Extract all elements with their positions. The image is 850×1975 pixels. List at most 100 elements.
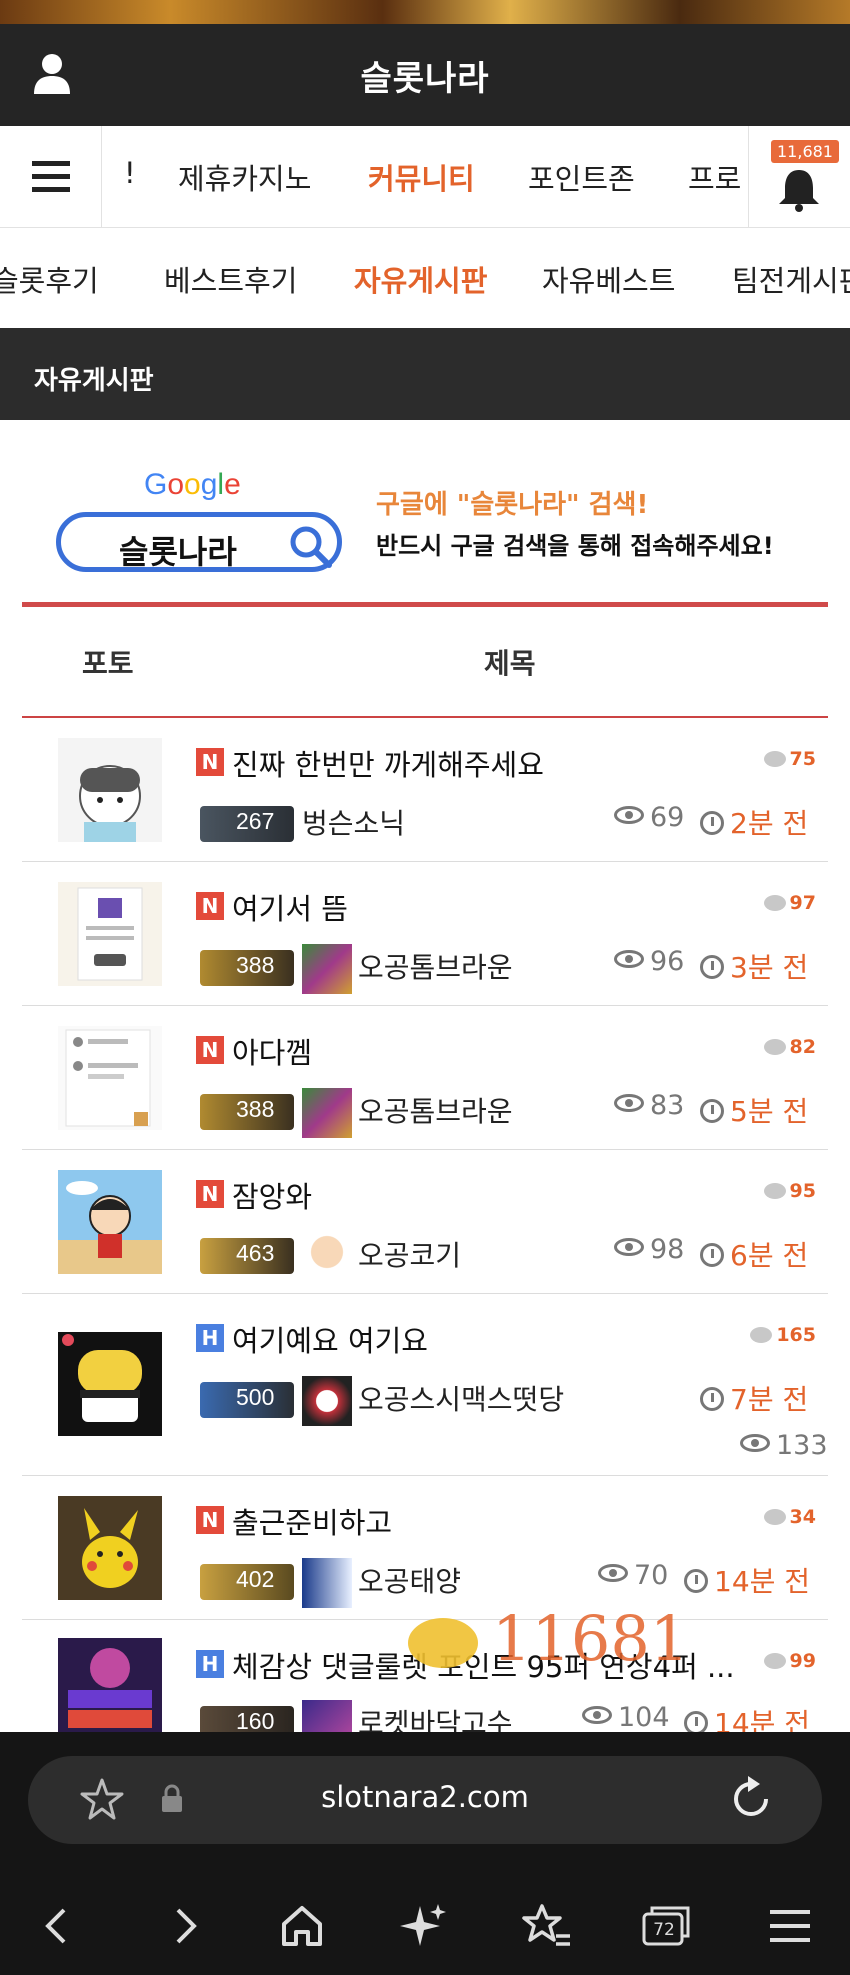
main-tab-community[interactable]: 커뮤니티 — [368, 156, 475, 198]
table-row[interactable]: N 여기서 뜸 97 388 오공톰브라운 96 3분 전 — [22, 862, 828, 1006]
clock-icon — [700, 1099, 724, 1123]
comment-bubble-icon — [763, 895, 786, 911]
post-thumbnail[interactable] — [58, 738, 162, 842]
main-tab-affiliate-casino[interactable]: 제휴카지노 — [178, 156, 311, 198]
sub-tab-free-board[interactable]: 자유게시판 — [354, 258, 487, 300]
post-author[interactable]: 오공톰브라운 — [358, 946, 513, 986]
column-photo: 포토 — [82, 647, 134, 680]
banner-divider — [22, 602, 828, 607]
table-row[interactable]: N 잠앙와 95 463 오공코기 98 6분 전 — [22, 1150, 828, 1294]
level-badge: 500 — [200, 1382, 294, 1418]
banner-search-text: 슬롯나라 — [119, 533, 237, 571]
chat-bubble-icon — [408, 1618, 478, 1668]
sub-tab-team-board[interactable]: 팀전게시판 — [732, 258, 850, 300]
home-icon[interactable] — [272, 1896, 332, 1956]
tabs-count: 72 — [653, 1920, 675, 1940]
forward-icon[interactable] — [154, 1896, 214, 1956]
sparkle-icon[interactable] — [394, 1896, 454, 1956]
eye-icon — [598, 1564, 628, 1582]
search-icon — [290, 526, 332, 568]
menu-icon[interactable] — [760, 1896, 820, 1956]
post-thumbnail[interactable] — [58, 1170, 162, 1274]
view-count: 104 — [582, 1702, 670, 1732]
post-author[interactable]: 오공톰브라운 — [358, 1090, 513, 1130]
main-nav: ! 제휴카지노 커뮤니티 포인트존 프로 11,681 — [0, 126, 850, 228]
table-row[interactable]: N 진짜 한번만 까게해주세요 75 267 벙슨소닉 69 2분 전 — [22, 718, 828, 862]
post-title[interactable]: 잠앙와 — [232, 1174, 312, 1216]
floating-count: 11681 — [492, 1602, 690, 1675]
post-author[interactable]: 벙슨소닉 — [302, 802, 405, 842]
comment-bubble-icon — [763, 751, 786, 767]
tabs-button[interactable]: 72 — [636, 1896, 696, 1956]
bookmarks-icon[interactable] — [516, 1896, 576, 1956]
view-count: 83 — [614, 1090, 684, 1121]
post-title[interactable]: 출근준비하고 — [232, 1500, 392, 1542]
hot-badge: H — [196, 1650, 224, 1678]
sub-tab-best-review[interactable]: 베스트후기 — [164, 258, 297, 300]
table-row[interactable]: N 아다껨 82 388 오공톰브라운 83 5분 전 — [22, 1006, 828, 1150]
post-author[interactable]: 오공태양 — [358, 1560, 461, 1600]
clock-icon — [684, 1711, 708, 1732]
level-badge: 402 — [200, 1564, 294, 1600]
view-count: 69 — [614, 802, 684, 833]
sub-tab-slot-review[interactable]: 슬롯후기 — [0, 258, 99, 300]
level-badge: 388 — [200, 1094, 294, 1130]
post-title[interactable]: 진짜 한번만 까게해주세요 — [232, 742, 544, 784]
post-thumbnail[interactable] — [58, 882, 162, 986]
banner-search-box: 슬롯나라 — [56, 512, 342, 572]
avatar — [302, 1700, 352, 1732]
eye-icon — [614, 1094, 644, 1112]
comment-bubble-icon — [763, 1509, 786, 1525]
board-title: 자유게시판 — [0, 328, 850, 420]
table-row[interactable]: H 여기예요 여기요 165 500 오공스시맥스떳당 7분 전 133 — [22, 1294, 828, 1476]
main-tab-point-zone[interactable]: 포인트존 — [528, 156, 635, 198]
view-count: 133 — [740, 1430, 828, 1461]
reload-icon[interactable] — [726, 1774, 776, 1824]
main-tab-0[interactable]: ! — [124, 156, 136, 190]
google-search-banner[interactable]: Google 슬롯나라 구글에 "슬롯나라" 검색! 반드시 구글 검색을 통해… — [22, 420, 828, 608]
post-title[interactable]: 여기예요 여기요 — [232, 1318, 428, 1360]
post-title[interactable]: 아다껨 — [232, 1030, 312, 1072]
bell-icon — [779, 170, 819, 212]
post-author[interactable]: 로켓바닥고수 — [358, 1702, 513, 1732]
view-count: 96 — [614, 946, 684, 977]
post-title[interactable]: 여기서 뜸 — [232, 886, 348, 928]
view-count: 70 — [598, 1560, 668, 1591]
comment-count: 75 — [763, 748, 816, 770]
eye-icon — [614, 950, 644, 968]
sub-nav: 슬롯후기 베스트후기 자유게시판 자유베스트 팀전게시판 — [0, 228, 850, 328]
eye-icon — [614, 806, 644, 824]
main-tab-4[interactable]: 프로 — [688, 156, 741, 198]
address-bar[interactable]: slotnara2.com — [28, 1756, 822, 1844]
user-icon[interactable] — [32, 52, 72, 96]
floating-notification[interactable]: 11681 — [400, 1602, 780, 1682]
post-thumbnail[interactable] — [58, 1496, 162, 1600]
avatar — [302, 1376, 352, 1426]
clock-icon — [700, 1387, 724, 1411]
notification-button[interactable]: 11,681 — [748, 126, 850, 227]
level-badge: 160 — [200, 1706, 294, 1732]
table-row[interactable]: N 출근준비하고 34 402 오공태양 70 14분 전 — [22, 1476, 828, 1620]
back-icon[interactable] — [28, 1896, 88, 1956]
post-author[interactable]: 오공스시맥스떳당 — [358, 1378, 564, 1418]
top-banner-image[interactable] — [0, 0, 850, 24]
new-badge: N — [196, 748, 224, 776]
post-author[interactable]: 오공코기 — [358, 1234, 461, 1274]
new-badge: N — [196, 892, 224, 920]
site-title[interactable]: 슬롯나라 — [360, 51, 489, 100]
post-thumbnail[interactable] — [58, 1026, 162, 1130]
list-header: 포토 제목 — [22, 608, 828, 718]
comment-bubble-icon — [750, 1327, 773, 1343]
browser-toolbar: slotnara2.com 72 — [0, 1732, 850, 1975]
comment-count: 165 — [750, 1324, 816, 1346]
post-thumbnail[interactable] — [58, 1332, 162, 1436]
banner-headline: 구글에 "슬롯나라" 검색! — [376, 490, 649, 520]
new-badge: N — [196, 1506, 224, 1534]
comment-bubble-icon — [763, 1039, 786, 1055]
post-thumbnail[interactable] — [58, 1638, 162, 1732]
comment-bubble-icon — [763, 1183, 786, 1199]
level-badge: 463 — [200, 1238, 294, 1274]
new-badge: N — [196, 1036, 224, 1064]
sub-tab-free-best[interactable]: 자유베스트 — [542, 258, 675, 300]
hamburger-menu-icon[interactable] — [0, 126, 102, 227]
